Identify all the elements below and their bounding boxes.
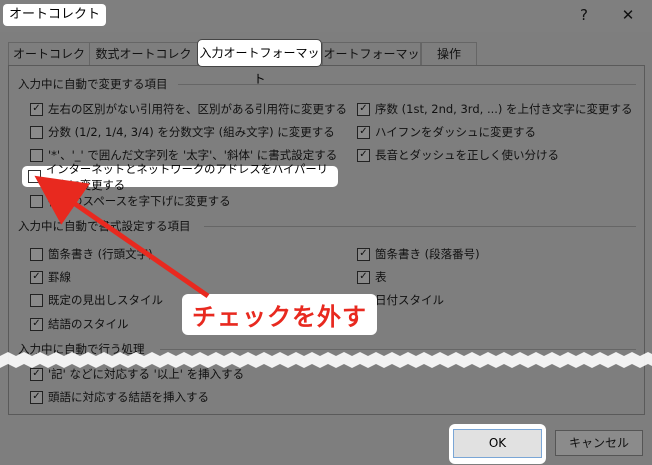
autocorrect-dialog: オートコレクト ? ✕ オートコレクト 数式オートコレクト 入力オートフォーマッ…	[0, 0, 652, 465]
annotation-arrow-icon	[34, 175, 210, 299]
